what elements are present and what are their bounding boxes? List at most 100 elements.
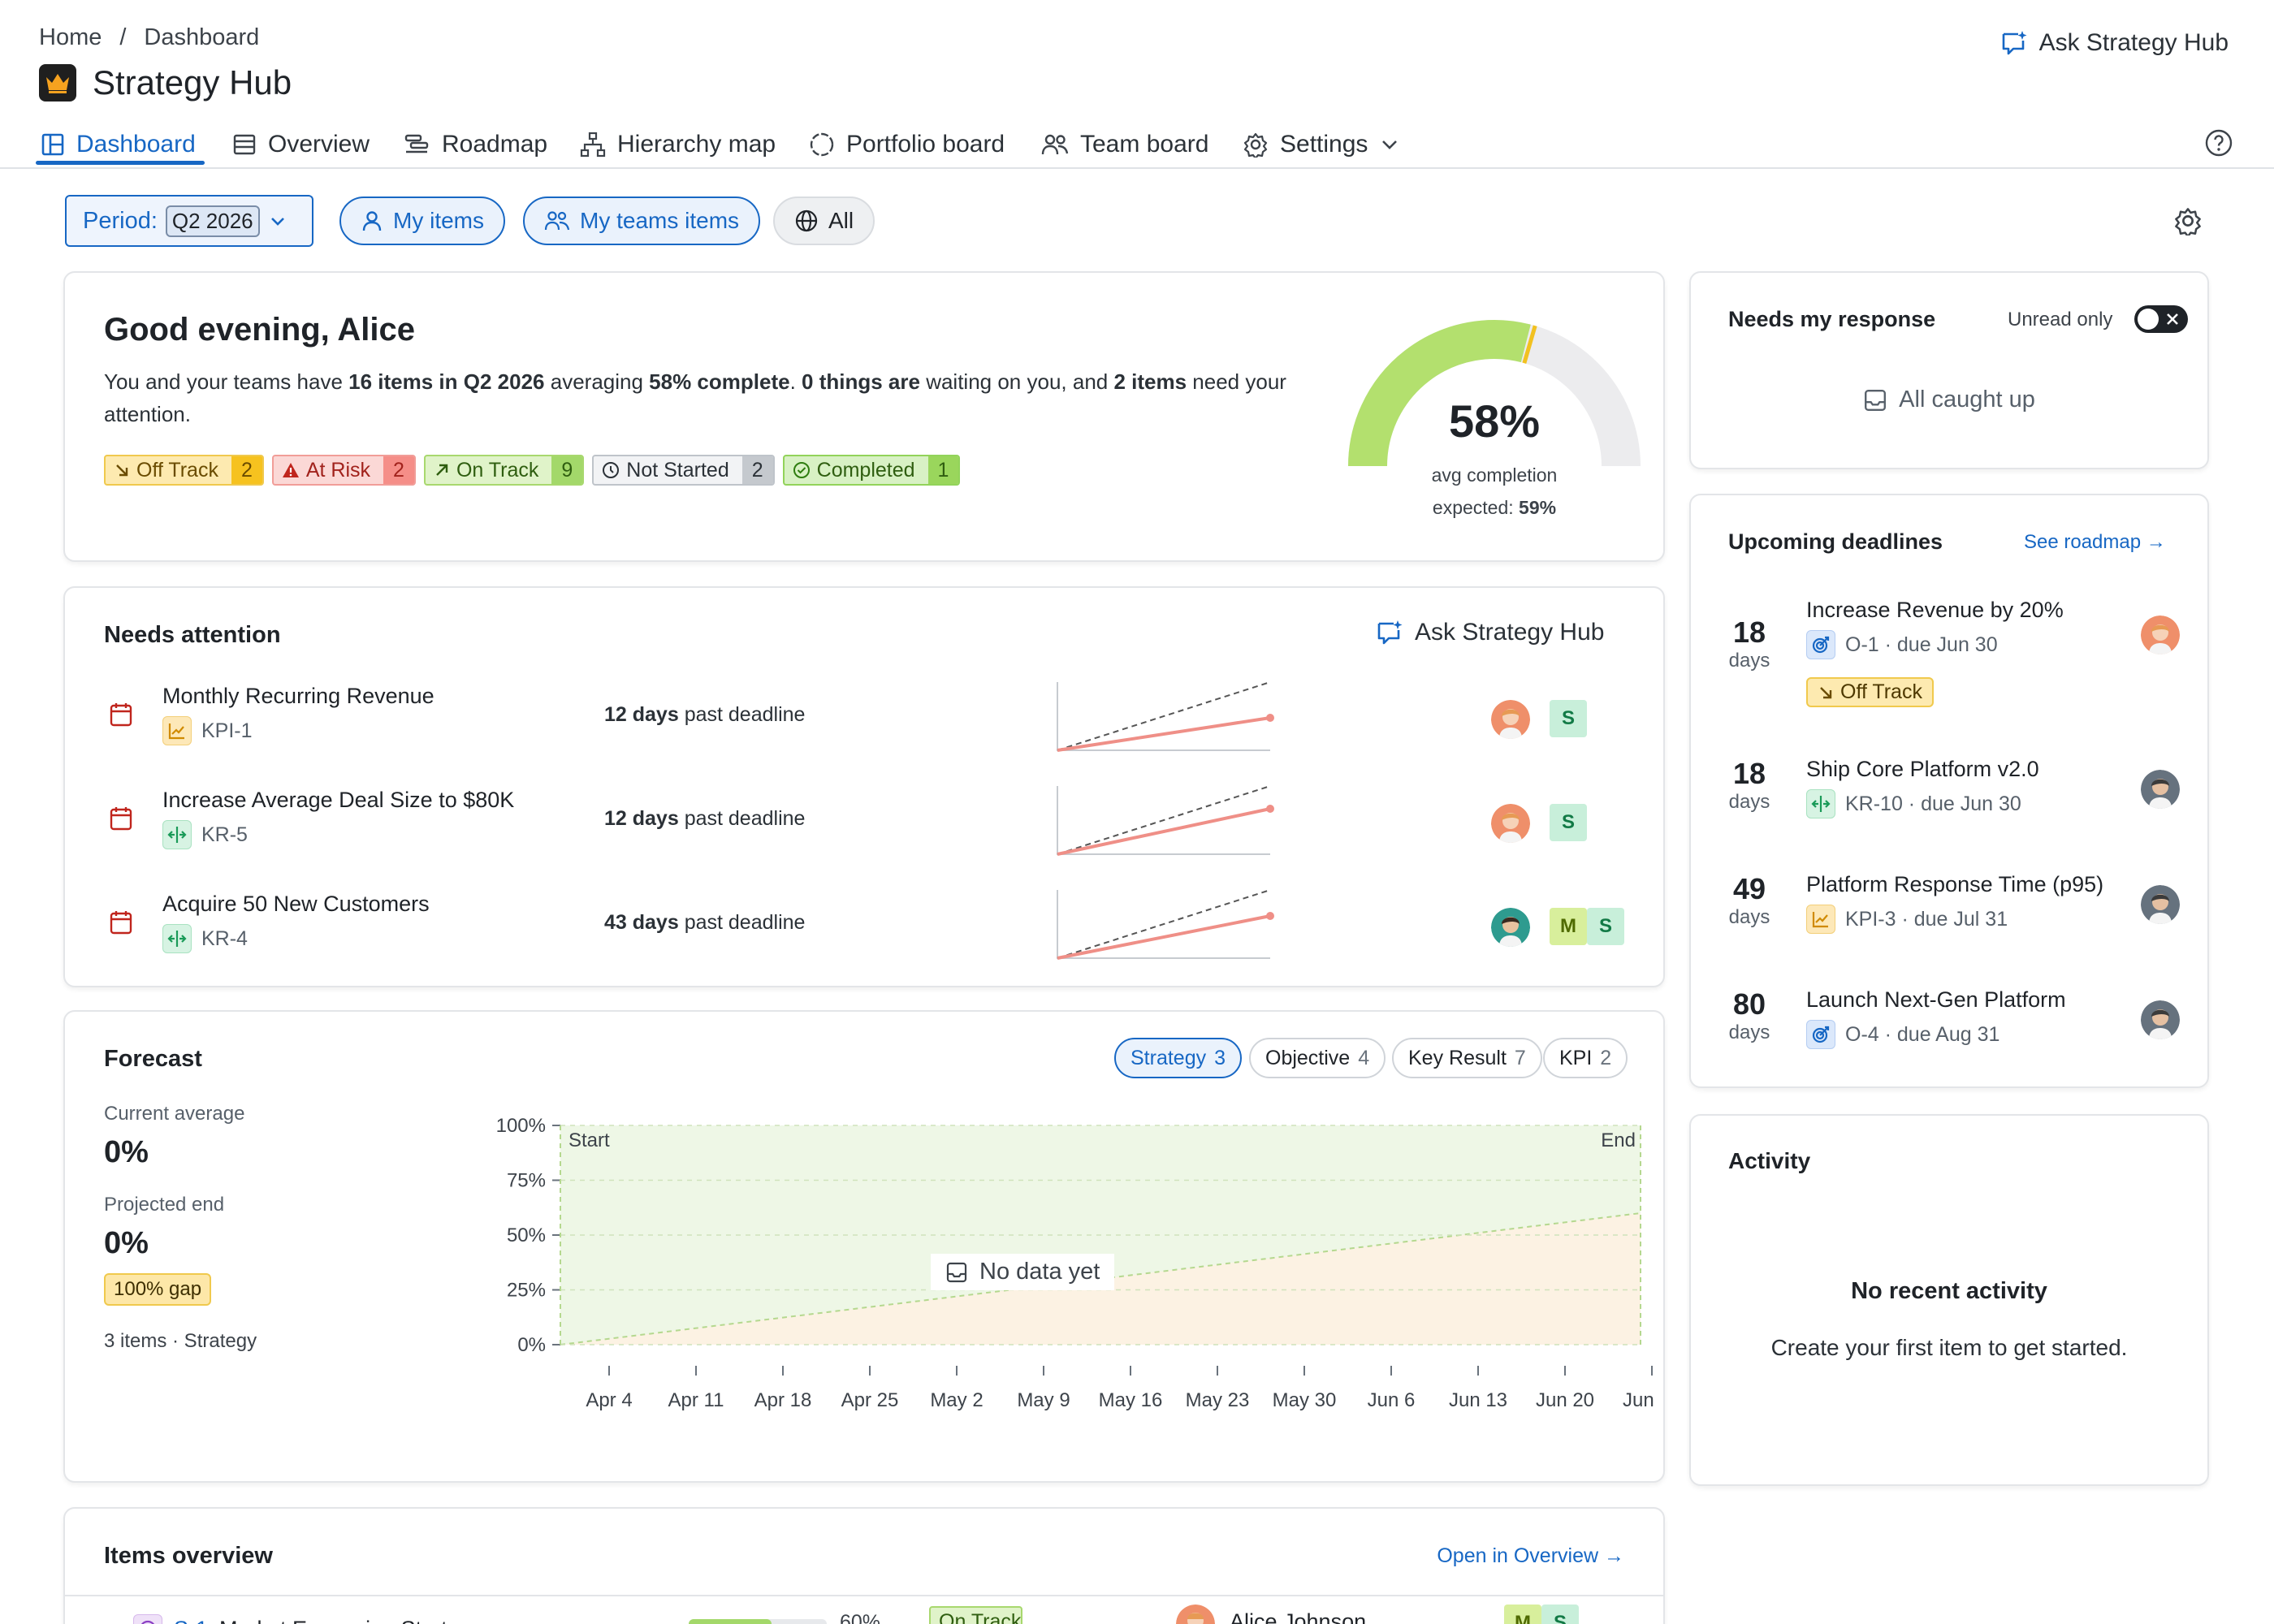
inbox-icon [1865,389,1887,411]
gauge-expected: expected: 59% [1432,497,1557,518]
forecast-tab-objective[interactable]: Objective 4 [1249,1038,1386,1078]
open-in-overview-link[interactable]: Open in Overview → [1437,1544,1624,1568]
calendar-icon [109,702,133,728]
app-header: Strategy Hub [39,63,292,102]
unread-only-toggle[interactable] [2134,305,2188,333]
period-selector[interactable]: Period: Q2 2026 [65,195,313,247]
deadline-item[interactable]: 18 days Ship Core Platform v2.0 KR-10 · … [1691,757,2207,846]
portfolio-icon [810,132,834,157]
gap-badge: 100% gap [104,1273,212,1306]
team-icon [1041,134,1069,155]
deadline-item-name[interactable]: Platform Response Time (p95) [1806,872,2103,897]
deadline-item-name[interactable]: Ship Core Platform v2.0 [1806,757,2039,782]
help-icon[interactable] [2204,128,2233,158]
x-tick-label: Jun 27 [1623,1389,1657,1411]
key-result-type-icon [162,820,192,849]
tab-overview[interactable]: Overview [232,127,370,162]
forecast-tab-strategy[interactable]: Strategy 3 [1114,1038,1243,1078]
inbox-icon [946,1262,967,1282]
attention-item-name[interactable]: Monthly Recurring Revenue [162,684,434,709]
deadline-item-meta: O-4 · due Aug 31 [1806,1020,1999,1049]
see-roadmap-link[interactable]: See roadmap → [2024,531,2166,554]
kpi-type-icon [1806,905,1835,934]
tab-roadmap[interactable]: Roadmap [404,127,547,162]
deadline-status: 43 days past deadline [604,911,806,934]
no-activity-text: Create your first item to get started. [1770,1335,2128,1360]
deadline-item-name[interactable]: Increase Revenue by 20% [1806,598,2064,623]
badge-off-track[interactable]: Off Track 2 [104,455,264,486]
forecast-tab-kpi[interactable]: KPI 2 [1543,1038,1628,1078]
all-items-filter[interactable]: All [773,197,875,245]
x-tick-label: May 16 [1099,1389,1163,1411]
tab-portfolio-board[interactable]: Portfolio board [809,127,1005,162]
crown-logo-icon [39,64,76,102]
end-label: End [1601,1129,1636,1151]
item-code[interactable]: S-1 [174,1617,208,1624]
no-activity-title: No recent activity [1851,1278,2047,1304]
item-name[interactable]: Market Expansion Strategy [219,1617,482,1624]
x-tick-label: Apr 11 [668,1389,724,1411]
avatar [1491,700,1530,739]
deadline-item[interactable]: 18 days Increase Revenue by 20% O-1 · du… [1691,598,2207,736]
projected-end-value: 0% [104,1226,149,1260]
tab-dashboard[interactable]: Dashboard [41,127,196,162]
tab-settings[interactable]: Settings [1243,127,1400,162]
x-tick-label: Jun 6 [1368,1389,1416,1411]
status-badge: Off Track [1806,677,1934,707]
tab-label: Roadmap [442,131,548,158]
deadline-item-name[interactable]: Launch Next-Gen Platform [1806,987,2066,1013]
ask-strategy-hub-button[interactable]: Ask Strategy Hub [2000,29,2229,57]
forecast-tab-key-result[interactable]: Key Result 7 [1392,1038,1542,1078]
avatar [2141,1000,2180,1039]
attention-row[interactable]: Increase Average Deal Size to $80K KR-5 … [65,783,1663,872]
x-tick-label: Apr 18 [754,1389,812,1411]
attention-item-name[interactable]: Acquire 50 New Customers [162,892,430,917]
attention-item-code: KR-4 [162,924,248,953]
badge-at-risk[interactable]: At Risk 2 [271,455,416,486]
y-tick-label: 50% [507,1224,546,1246]
attention-item-name[interactable]: Increase Average Deal Size to $80K [162,788,514,813]
greeting-summary: You and your teams have 16 items in Q2 2… [104,369,1286,426]
ask-label: Ask Strategy Hub [2038,29,2229,56]
avatar [1491,804,1530,843]
breadcrumb-home[interactable]: Home [39,24,102,51]
x-tick-label: Apr 25 [841,1389,899,1411]
y-tick-label: 25% [507,1280,546,1302]
dashboard-settings-gear-icon[interactable] [2173,206,2203,235]
ai-chat-icon [2002,31,2027,55]
item-status-badge: On Track [929,1606,1023,1624]
badge-completed[interactable]: Completed 1 [782,455,961,486]
my-teams-items-filter[interactable]: My teams items [523,197,761,245]
calendar-icon [109,909,133,935]
attention-row[interactable]: Monthly Recurring Revenue KPI-1 12 days … [65,679,1663,768]
deadline-status: 12 days past deadline [604,807,806,830]
strategy-type-icon [133,1614,162,1624]
roadmap-icon [404,134,429,153]
badge-not-started[interactable]: Not Started 2 [592,455,775,486]
hierarchy-icon [580,132,606,158]
deadline-days: 18 [1732,757,1766,790]
deadline-days-unit: days [1728,906,1770,928]
ask-strategy-hub-button[interactable]: Ask Strategy Hub [1376,619,1604,646]
upcoming-deadlines-title: Upcoming deadlines [1728,529,1943,554]
deadline-days: 80 [1732,987,1766,1021]
current-average-value: 0% [104,1135,149,1169]
divider [65,1595,1663,1596]
team-squares: S [1550,804,1587,841]
x-tick-label: May 2 [930,1389,983,1411]
badge-on-track[interactable]: On Track 9 [423,455,585,486]
globe-icon [795,209,818,232]
my-items-label: My items [393,208,484,233]
arrow-up-right-icon [436,464,448,476]
deadline-days-unit: days [1728,650,1770,672]
deadline-item[interactable]: 49 days Platform Response Time (p95) KPI… [1691,872,2207,961]
deadline-item[interactable]: 80 days Launch Next-Gen Platform O-4 · d… [1691,987,2207,1077]
objective-type-icon [1806,630,1835,659]
tab-hierarchy-map[interactable]: Hierarchy map [580,127,776,162]
my-items-filter[interactable]: My items [339,197,505,245]
table-row[interactable]: S-1 Market Expansion Strategy 60% On Tra… [133,1605,1644,1624]
x-tick-label: May 30 [1273,1389,1337,1411]
tab-team-board[interactable]: Team board [1041,127,1208,162]
attention-row[interactable]: Acquire 50 New Customers KR-4 43 days pa… [65,887,1663,976]
breadcrumb-separator: / [119,24,127,50]
